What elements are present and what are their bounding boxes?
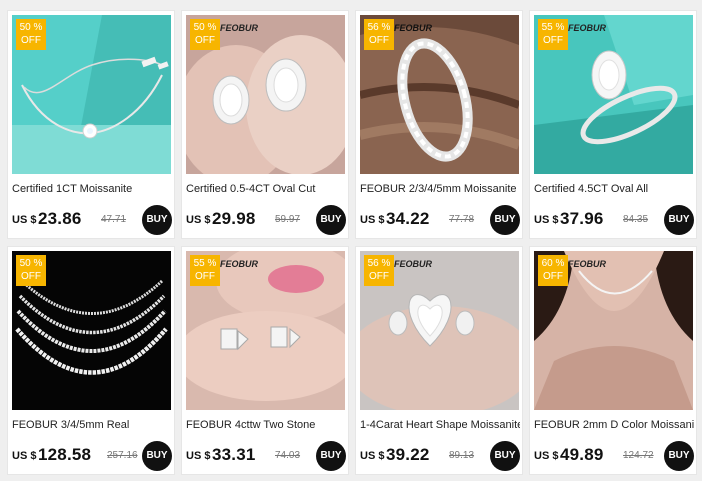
discount-percent: 60 % — [541, 258, 565, 269]
product-card[interactable]: 55 % OFF FEOBUR Certified 4.5CT Oval All… — [529, 10, 697, 239]
product-image-bracelet[interactable]: 50 % OFF — [12, 15, 171, 174]
product-image-solitaire-ring[interactable]: 55 % OFF FEOBUR — [534, 15, 693, 174]
buy-button[interactable]: BUY — [142, 205, 172, 235]
product-card[interactable]: 60 % OFF FEOBUR FEOBUR 2mm D Color Moiss… — [529, 246, 697, 475]
product-card[interactable]: 56 % OFF FEOBUR 1-4Carat Heart Shape Moi… — [355, 246, 523, 475]
discount-off-label: OFF — [21, 271, 41, 282]
buy-button[interactable]: BUY — [490, 441, 520, 471]
brand-watermark: FEOBUR — [220, 23, 258, 33]
buy-button[interactable]: BUY — [664, 205, 694, 235]
buy-button[interactable]: BUY — [316, 205, 346, 235]
discount-off-label: OFF — [543, 271, 563, 282]
product-image-heart-ring[interactable]: 56 % OFF FEOBUR — [360, 251, 519, 410]
sale-price: 37.96 — [560, 209, 604, 228]
product-image-earrings[interactable]: 50 % OFF FEOBUR — [186, 15, 345, 174]
buy-button[interactable]: BUY — [142, 441, 172, 471]
brand-watermark: FEOBUR — [394, 23, 432, 33]
currency-label: US $ — [360, 214, 385, 226]
currency-label: US $ — [12, 214, 37, 226]
currency-label: US $ — [360, 450, 385, 462]
original-price: 59.97 — [275, 214, 301, 225]
product-image-stud-earrings[interactable]: 55 % OFF FEOBUR — [186, 251, 345, 410]
currency-label: US $ — [534, 450, 559, 462]
product-title[interactable]: 1-4Carat Heart Shape Moissanite — [360, 419, 520, 431]
original-price: 257.16 — [107, 450, 138, 461]
price-row: US $ 34.22 77.78 BUY — [360, 205, 520, 235]
discount-percent: 55 % — [193, 258, 217, 269]
product-title[interactable]: Certified 0.5-4CT Oval Cut — [186, 183, 346, 195]
discount-off-label: OFF — [369, 35, 389, 46]
discount-percent: 50 % — [19, 22, 43, 33]
currency-label: US $ — [534, 214, 559, 226]
discount-off-label: OFF — [543, 35, 563, 46]
discount-percent: 50 % — [193, 22, 217, 33]
discount-badge: 55 % OFF — [538, 19, 568, 50]
discount-percent: 56 % — [367, 258, 391, 269]
product-title[interactable]: Certified 4.5CT Oval All — [534, 183, 694, 195]
product-card[interactable]: 55 % OFF FEOBUR FEOBUR 4cttw Two Stone U… — [181, 246, 349, 475]
brand-watermark: FEOBUR — [568, 23, 606, 33]
product-image-tennis-chains[interactable]: 50 % OFF — [12, 251, 171, 410]
original-price: 84.35 — [623, 214, 649, 225]
buy-button[interactable]: BUY — [316, 441, 346, 471]
discount-off-label: OFF — [195, 271, 215, 282]
discount-off-label: OFF — [21, 35, 41, 46]
original-price: 124.72 — [623, 450, 654, 461]
product-title[interactable]: FEOBUR 2mm D Color Moissanite — [534, 419, 694, 431]
brand-watermark: FEOBUR — [220, 259, 258, 269]
price-row: US $ 128.58 257.16 BUY — [12, 441, 172, 471]
sale-price: 49.89 — [560, 445, 604, 464]
product-title[interactable]: FEOBUR 3/4/5mm Real — [12, 419, 172, 431]
price-row: US $ 49.89 124.72 BUY — [534, 441, 694, 471]
discount-badge: 50 % OFF — [16, 19, 46, 50]
product-card[interactable]: 56 % OFF FEOBUR FEOBUR 2/3/4/5mm Moissan… — [355, 10, 523, 239]
brand-watermark: FEOBUR — [568, 259, 606, 269]
price-row: US $ 33.31 74.03 BUY — [186, 441, 346, 471]
product-title[interactable]: Certified 1CT Moissanite — [12, 183, 172, 195]
product-title[interactable]: FEOBUR 4cttw Two Stone — [186, 419, 346, 431]
discount-badge: 60 % OFF — [538, 255, 568, 286]
product-card[interactable]: 50 % OFF FEOBUR 3/4/5mm Real US $ 128.58… — [7, 246, 175, 475]
currency-label: US $ — [186, 214, 211, 226]
discount-badge: 55 % OFF — [190, 255, 220, 286]
discount-percent: 50 % — [19, 258, 43, 269]
original-price: 77.78 — [449, 214, 475, 225]
sale-price: 128.58 — [38, 445, 92, 464]
product-image-necklace[interactable]: 60 % OFF FEOBUR — [534, 251, 693, 410]
buy-button[interactable]: BUY — [664, 441, 694, 471]
price-row: US $ 23.86 47.71 BUY — [12, 205, 172, 235]
original-price: 89.13 — [449, 450, 475, 461]
product-image-eternity-band[interactable]: 56 % OFF FEOBUR — [360, 15, 519, 174]
sale-price: 33.31 — [212, 445, 256, 464]
product-grid: 50 % OFF Certified 1CT Moissanite US $ 2… — [0, 0, 702, 481]
sale-price: 29.98 — [212, 209, 256, 228]
product-title[interactable]: FEOBUR 2/3/4/5mm Moissanite — [360, 183, 520, 195]
price-row: US $ 37.96 84.35 BUY — [534, 205, 694, 235]
discount-badge: 50 % OFF — [190, 19, 220, 50]
currency-label: US $ — [12, 450, 37, 462]
buy-button[interactable]: BUY — [490, 205, 520, 235]
sale-price: 39.22 — [386, 445, 430, 464]
discount-percent: 55 % — [541, 22, 565, 33]
currency-label: US $ — [186, 450, 211, 462]
discount-percent: 56 % — [367, 22, 391, 33]
sale-price: 23.86 — [38, 209, 82, 228]
discount-off-label: OFF — [195, 35, 215, 46]
discount-badge: 50 % OFF — [16, 255, 46, 286]
original-price: 74.03 — [275, 450, 301, 461]
price-row: US $ 39.22 89.13 BUY — [360, 441, 520, 471]
price-row: US $ 29.98 59.97 BUY — [186, 205, 346, 235]
original-price: 47.71 — [101, 214, 127, 225]
discount-off-label: OFF — [369, 271, 389, 282]
discount-badge: 56 % OFF — [364, 19, 394, 50]
brand-watermark: FEOBUR — [394, 259, 432, 269]
discount-badge: 56 % OFF — [364, 255, 394, 286]
product-card[interactable]: 50 % OFF FEOBUR Certified 0.5-4CT Oval C… — [181, 10, 349, 239]
product-card[interactable]: 50 % OFF Certified 1CT Moissanite US $ 2… — [7, 10, 175, 239]
sale-price: 34.22 — [386, 209, 430, 228]
